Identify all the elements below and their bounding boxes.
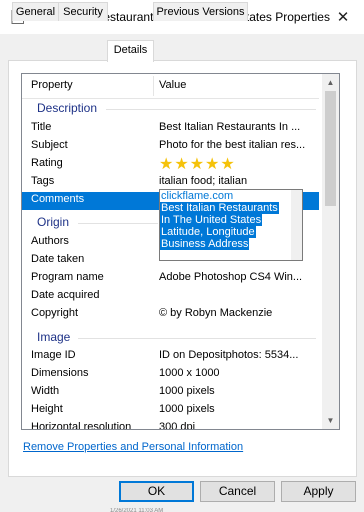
comment-line: Business Address	[160, 238, 250, 250]
property-name: Program name	[31, 271, 104, 283]
row-width[interactable]: Width 1000 pixels	[22, 384, 319, 402]
ok-button[interactable]: OK	[119, 481, 194, 502]
comment-line: Latitude, Longitude	[160, 226, 256, 238]
row-height[interactable]: Height 1000 pixels	[22, 402, 319, 420]
scroll-down-icon[interactable]: ▼	[322, 412, 339, 429]
cancel-button[interactable]: Cancel	[200, 481, 275, 502]
comment-line: Best Italian Restaurants	[160, 202, 279, 214]
property-name: Width	[31, 385, 60, 397]
tab-general[interactable]: General	[12, 2, 59, 21]
property-name: Horizontal resolution	[31, 421, 132, 430]
comment-line: clickflame.com	[161, 190, 234, 202]
property-value: Photo for the best italian res...	[159, 139, 306, 151]
property-value: 1000 x 1000	[159, 367, 220, 379]
property-name: Authors	[31, 235, 69, 247]
remove-properties-link[interactable]: Remove Properties and Personal Informati…	[23, 441, 243, 453]
property-value: Adobe Photoshop CS4 Win...	[159, 271, 303, 283]
comment-scrollbar[interactable]	[291, 190, 302, 260]
property-name: Dimensions	[31, 367, 89, 379]
row-copyright[interactable]: Copyright © by Robyn Mackenzie	[22, 306, 319, 324]
comments-edit-field[interactable]: clickflame.com Best Italian Restaurants …	[159, 189, 303, 261]
list-header: Property Value	[22, 74, 319, 99]
list-scrollbar[interactable]: ▲ ▼	[322, 74, 339, 429]
property-name: Subject	[31, 139, 68, 151]
property-value: Best Italian Restaurants In ...	[159, 121, 301, 133]
tab-security[interactable]: Security	[58, 2, 108, 21]
row-image-id[interactable]: Image ID ID on Depositphotos: 5534...	[22, 348, 319, 366]
row-date-acquired[interactable]: Date acquired	[22, 288, 319, 306]
tab-previous-versions[interactable]: Previous Versions	[153, 2, 248, 21]
row-horizontal-resolution[interactable]: Horizontal resolution 300 dpi	[22, 420, 319, 430]
property-name: Height	[31, 403, 63, 415]
group-origin: Origin	[37, 215, 70, 229]
column-divider[interactable]	[153, 76, 154, 96]
property-name: Date taken	[31, 253, 85, 265]
comment-line: In The United States	[160, 214, 263, 226]
group-divider	[78, 338, 316, 339]
property-value: © by Robyn Mackenzie	[159, 307, 273, 319]
rating-stars[interactable]: ★★★★★	[159, 154, 236, 174]
column-header-property[interactable]: Property	[31, 79, 73, 91]
group-divider	[106, 109, 316, 110]
property-name: Comments	[31, 193, 85, 205]
scroll-thumb[interactable]	[325, 91, 336, 206]
background-window-text: 1/26/2021 11:03 AM	[110, 508, 164, 512]
row-program-name[interactable]: Program name Adobe Photoshop CS4 Win...	[22, 270, 319, 288]
tab-details[interactable]: Details	[107, 40, 154, 62]
group-image: Image	[37, 330, 71, 344]
property-value: ID on Depositphotos: 5534...	[159, 349, 299, 361]
group-description: Description	[37, 101, 98, 115]
close-icon[interactable]: ✕	[322, 0, 364, 34]
property-value: italian food; italian	[159, 175, 248, 187]
property-value: 300 dpi	[159, 421, 196, 430]
property-name: Image ID	[31, 349, 76, 361]
group-divider	[78, 223, 158, 224]
scroll-up-icon[interactable]: ▲	[322, 74, 339, 91]
apply-button[interactable]: Apply	[281, 481, 356, 502]
property-name: Date acquired	[31, 289, 100, 301]
property-name: Rating	[31, 157, 63, 169]
property-name: Title	[31, 121, 52, 133]
row-title[interactable]: Title Best Italian Restaurants In ...	[22, 120, 319, 138]
property-value: 1000 pixels	[159, 385, 215, 397]
row-dimensions[interactable]: Dimensions 1000 x 1000	[22, 366, 319, 384]
property-name: Copyright	[31, 307, 79, 319]
column-header-value[interactable]: Value	[159, 79, 186, 91]
row-rating[interactable]: Rating ★★★★★	[22, 156, 319, 174]
property-value: 1000 pixels	[159, 403, 215, 415]
properties-list[interactable]: Property Value Description Title Best It…	[21, 73, 340, 430]
property-name: Tags	[31, 175, 55, 187]
